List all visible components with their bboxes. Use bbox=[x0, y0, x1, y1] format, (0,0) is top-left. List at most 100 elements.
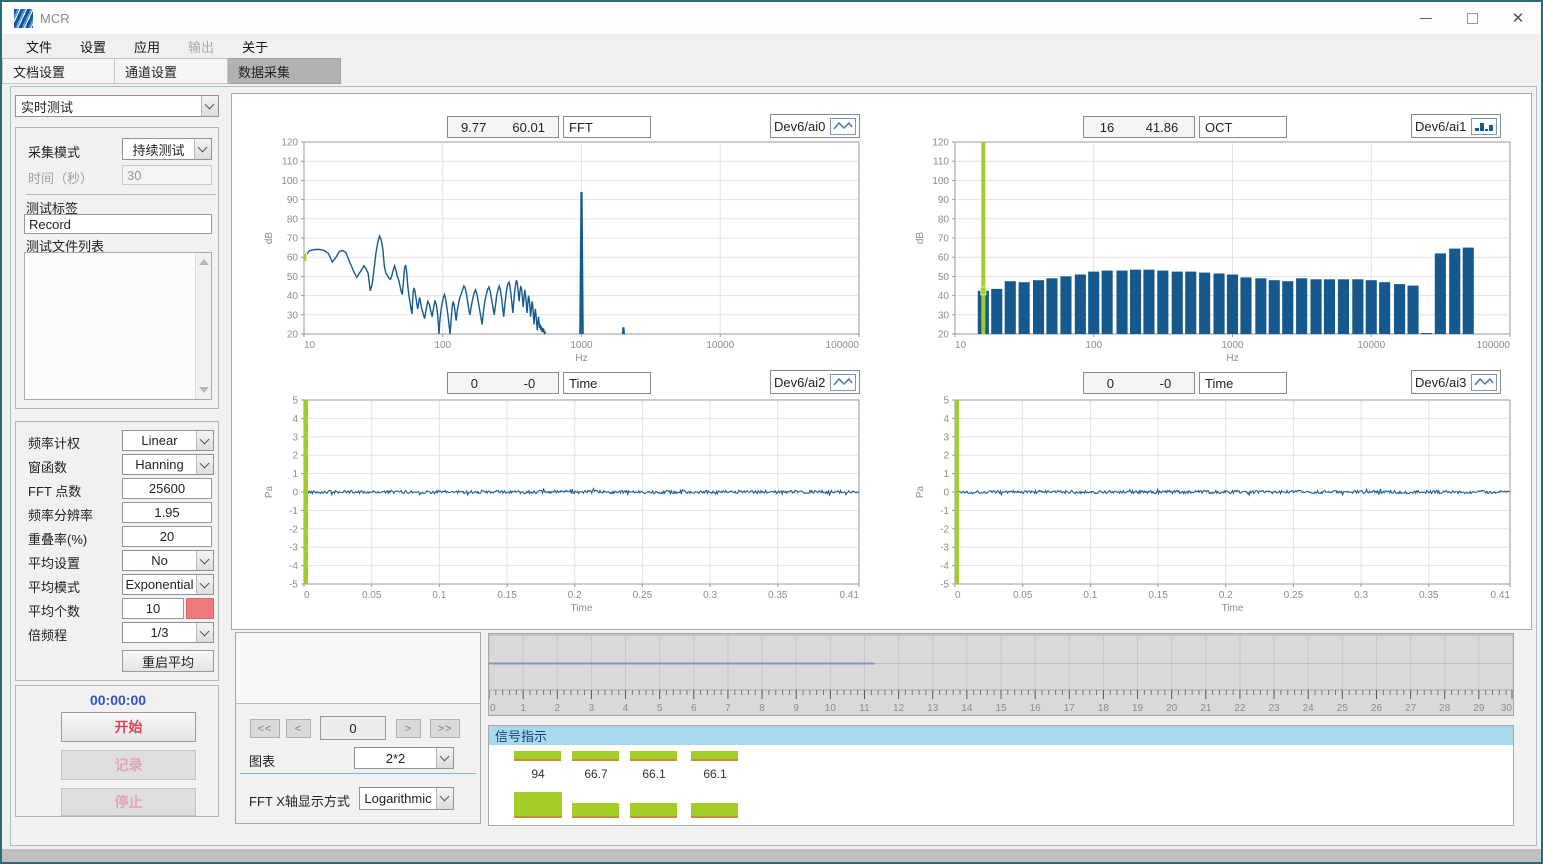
time1-type-box[interactable]: Time bbox=[563, 372, 651, 394]
fft-axis-mode-label: FFT X轴显示方式 bbox=[249, 791, 350, 810]
tab-data-acquisition[interactable]: 数据采集 bbox=[228, 58, 341, 84]
signal-level-bar bbox=[514, 792, 562, 818]
minimize-button[interactable] bbox=[1403, 2, 1449, 34]
nav-prev-button[interactable]: < bbox=[286, 719, 311, 738]
menu-file[interactable]: 文件 bbox=[14, 34, 64, 59]
oct-type-box[interactable]: OCT bbox=[1199, 116, 1287, 138]
chevron-down-icon[interactable] bbox=[196, 551, 213, 570]
timeline-ruler: 1234567891011121314151617181920212223242… bbox=[489, 634, 1513, 715]
svg-text:0.3: 0.3 bbox=[1354, 590, 1368, 601]
svg-text:Hz: Hz bbox=[1226, 353, 1238, 361]
bar-plot-icon bbox=[1471, 118, 1497, 135]
chart-layout-label: 图表 bbox=[249, 751, 275, 770]
nav-next-button[interactable]: > bbox=[396, 719, 421, 738]
fft-channel-box[interactable]: Dev6/ai0 bbox=[770, 114, 860, 138]
close-button[interactable]: ✕ bbox=[1495, 2, 1541, 34]
param-input[interactable]: 10 bbox=[122, 598, 184, 619]
svg-text:0.41: 0.41 bbox=[1491, 590, 1511, 601]
svg-text:0.15: 0.15 bbox=[497, 590, 517, 601]
svg-text:40: 40 bbox=[287, 291, 299, 302]
fft-type-box[interactable]: FFT bbox=[563, 116, 651, 138]
svg-text:120: 120 bbox=[932, 138, 949, 149]
scrollbar[interactable] bbox=[195, 253, 211, 399]
menu-settings[interactable]: 设置 bbox=[68, 34, 118, 59]
svg-text:14: 14 bbox=[961, 703, 973, 714]
test-file-list[interactable] bbox=[24, 252, 212, 400]
svg-text:8: 8 bbox=[759, 703, 765, 714]
svg-text:0.25: 0.25 bbox=[633, 590, 653, 601]
svg-text:-2: -2 bbox=[289, 524, 298, 535]
test-mode-select[interactable]: 实时测试 bbox=[15, 95, 219, 117]
scroll-down-icon[interactable] bbox=[199, 387, 209, 393]
fft-axis-mode-select[interactable]: Logarithmic bbox=[359, 787, 454, 810]
chevron-down-icon[interactable] bbox=[436, 788, 453, 809]
svg-text:16: 16 bbox=[1030, 703, 1042, 714]
svg-text:0.05: 0.05 bbox=[362, 590, 382, 601]
svg-text:20: 20 bbox=[1166, 703, 1178, 714]
tab-bar: 文档设置 通道设置 数据采集 bbox=[2, 58, 1541, 84]
svg-text:7: 7 bbox=[725, 703, 731, 714]
svg-text:70: 70 bbox=[938, 234, 950, 245]
svg-text:29: 29 bbox=[1473, 703, 1485, 714]
svg-text:0: 0 bbox=[304, 590, 310, 601]
param-select[interactable]: Exponential bbox=[122, 574, 214, 595]
restart-average-button[interactable]: 重启平均 bbox=[122, 650, 214, 672]
param-select[interactable]: Linear bbox=[122, 430, 214, 451]
svg-text:1: 1 bbox=[520, 703, 526, 714]
acq-mode-select[interactable]: 持续测试 bbox=[122, 138, 212, 160]
param-select[interactable]: 1/3 bbox=[122, 622, 214, 643]
param-select[interactable]: Hanning bbox=[122, 454, 214, 475]
svg-text:3: 3 bbox=[589, 703, 595, 714]
app-logo-icon bbox=[14, 9, 33, 28]
menu-about[interactable]: 关于 bbox=[230, 34, 280, 59]
param-label: 重叠率(%) bbox=[28, 529, 87, 548]
svg-text:5: 5 bbox=[657, 703, 663, 714]
param-input[interactable]: 25600 bbox=[122, 478, 212, 499]
tab-channel-settings[interactable]: 通道设置 bbox=[115, 58, 228, 84]
chevron-down-icon[interactable] bbox=[196, 623, 213, 642]
time2-plot[interactable]: -5-4-3-2-101234500.050.10.150.20.250.30.… bbox=[883, 362, 1533, 631]
menu-apply[interactable]: 应用 bbox=[122, 34, 172, 59]
param-input[interactable]: 1.95 bbox=[122, 502, 212, 523]
stop-button: 停止 bbox=[61, 788, 196, 816]
display-control-panel: << < 0 > >> 图表 2*2 FFT X轴显示方式 Logarithmi… bbox=[235, 632, 481, 824]
param-select[interactable]: No bbox=[122, 550, 214, 571]
nav-first-button[interactable]: << bbox=[250, 719, 280, 738]
time2-cursor-readout: 0-0 bbox=[1083, 372, 1195, 394]
tab-document-settings[interactable]: 文档设置 bbox=[2, 58, 115, 84]
page-number-input[interactable]: 0 bbox=[320, 716, 386, 740]
svg-text:22: 22 bbox=[1234, 703, 1246, 714]
svg-text:-1: -1 bbox=[940, 506, 949, 517]
scroll-up-icon[interactable] bbox=[199, 259, 209, 265]
svg-text:70: 70 bbox=[287, 234, 299, 245]
svg-text:100: 100 bbox=[932, 176, 949, 187]
param-input[interactable]: 20 bbox=[122, 526, 212, 547]
start-button[interactable]: 开始 bbox=[61, 712, 196, 742]
time2-channel-box[interactable]: Dev6/ai3 bbox=[1411, 370, 1501, 394]
svg-text:-2: -2 bbox=[940, 524, 949, 535]
svg-text:1: 1 bbox=[943, 469, 949, 480]
svg-text:0: 0 bbox=[292, 488, 298, 499]
svg-text:0.2: 0.2 bbox=[1219, 590, 1233, 601]
svg-text:0.05: 0.05 bbox=[1013, 590, 1033, 601]
chevron-down-icon[interactable] bbox=[201, 96, 218, 116]
maximize-button[interactable] bbox=[1449, 2, 1495, 34]
chevron-down-icon[interactable] bbox=[196, 455, 213, 474]
timeline-panel[interactable]: 1234567891011121314151617181920212223242… bbox=[488, 633, 1514, 716]
param-label: 频率分辨率 bbox=[28, 505, 93, 524]
test-tag-input[interactable]: Record bbox=[24, 214, 212, 234]
signal-value: 66.1 bbox=[630, 767, 678, 781]
svg-text:-4: -4 bbox=[940, 561, 949, 572]
time1-channel-box[interactable]: Dev6/ai2 bbox=[770, 370, 860, 394]
chevron-down-icon[interactable] bbox=[196, 575, 213, 594]
chart-layout-select[interactable]: 2*2 bbox=[354, 747, 454, 769]
chevron-down-icon[interactable] bbox=[194, 139, 211, 159]
time2-type-box[interactable]: Time bbox=[1199, 372, 1287, 394]
svg-text:2: 2 bbox=[554, 703, 560, 714]
oct-channel-box[interactable]: Dev6/ai1 bbox=[1411, 114, 1501, 138]
chevron-down-icon[interactable] bbox=[196, 431, 213, 450]
time1-plot[interactable]: -5-4-3-2-101234500.050.10.150.20.250.30.… bbox=[232, 362, 882, 631]
chevron-down-icon[interactable] bbox=[436, 748, 453, 768]
svg-text:0.1: 0.1 bbox=[432, 590, 446, 601]
nav-last-button[interactable]: >> bbox=[430, 719, 460, 738]
